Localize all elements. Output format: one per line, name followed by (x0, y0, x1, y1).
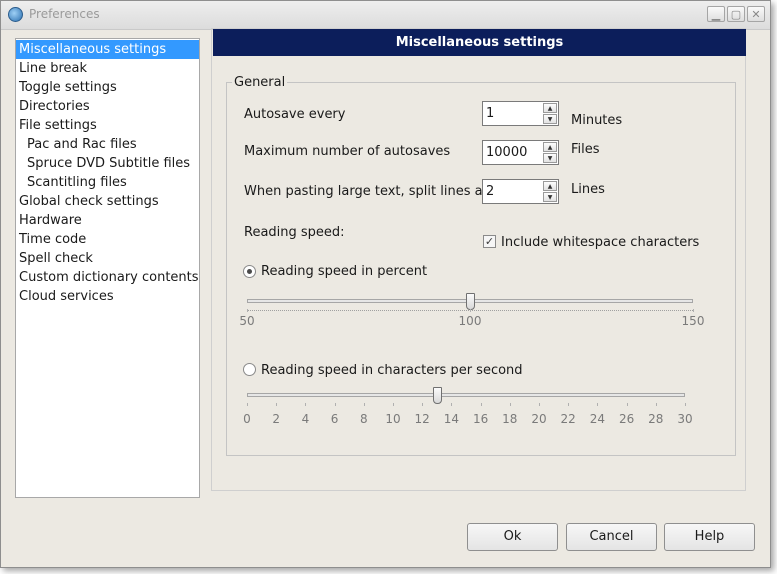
slider-tick-label: 18 (502, 412, 518, 426)
split-lines-unit: Lines (571, 182, 605, 197)
help-button[interactable]: Help (664, 523, 755, 551)
reading-speed-percent-radio[interactable] (243, 265, 256, 278)
reading-speed-cps-label: Reading speed in characters per second (261, 363, 523, 378)
autosave-spinner[interactable]: 1 ▲ ▼ (482, 101, 559, 126)
slider-tick (568, 403, 570, 406)
slider-thumb[interactable] (466, 293, 475, 310)
slider-tick-label: 150 (681, 314, 705, 328)
slider-tick (693, 309, 694, 312)
nav-item[interactable]: Global check settings (16, 192, 199, 211)
reading-speed-label: Reading speed: (244, 225, 345, 240)
slider-tick-label: 6 (330, 412, 339, 426)
close-icon[interactable]: ✕ (747, 6, 765, 22)
reading-speed-percent-label: Reading speed in percent (261, 264, 428, 279)
spin-down-icon[interactable]: ▼ (543, 192, 557, 202)
nav-item[interactable]: Time code (16, 230, 199, 249)
nav-item[interactable]: Miscellaneous settings (16, 40, 199, 59)
nav-item[interactable]: Directories (16, 97, 199, 116)
spin-down-icon[interactable]: ▼ (543, 114, 557, 124)
autosave-label: Autosave every (244, 107, 346, 122)
slider-thumb[interactable] (432, 387, 442, 404)
slider-tick-label: 4 (301, 412, 310, 426)
minimize-icon[interactable]: ▁ (707, 6, 725, 22)
slider-track[interactable] (247, 393, 685, 397)
slider-tick-label: 0 (243, 412, 251, 426)
slider-tick (539, 403, 540, 406)
split-lines-value[interactable]: 2 (486, 184, 494, 199)
nav-item[interactable]: Scantitling files (16, 173, 199, 192)
slider-tick (334, 403, 336, 406)
max-autosaves-spinner[interactable]: 10000 ▲ ▼ (482, 140, 559, 165)
autosave-value[interactable]: 1 (486, 106, 494, 121)
max-autosaves-value[interactable]: 10000 (486, 145, 527, 160)
ok-button[interactable]: Ok (467, 523, 558, 551)
slider-tick-label: 16 (472, 412, 489, 426)
checkmark-icon: ✓ (484, 235, 495, 248)
panel-title: Miscellaneous settings (213, 29, 746, 56)
include-whitespace-checkbox[interactable]: ✓ (483, 235, 496, 248)
window-title: Preferences (29, 7, 100, 21)
spin-up-icon[interactable]: ▲ (543, 142, 557, 152)
nav-item[interactable]: Hardware (16, 211, 199, 230)
nav-item[interactable]: File settings (16, 116, 199, 135)
slider-tick (597, 403, 599, 406)
nav-item[interactable]: Spell check (16, 249, 199, 268)
slider-tick-label: 30 (677, 412, 693, 426)
slider-tick (305, 403, 307, 406)
slider-tick (247, 309, 248, 312)
slider-tick-label: 100 (458, 314, 482, 328)
nav-item[interactable]: Toggle settings (16, 78, 199, 97)
max-autosaves-unit: Files (571, 142, 600, 157)
split-lines-spinner[interactable]: 2 ▲ ▼ (482, 179, 559, 204)
slider-tick-label: 20 (531, 412, 547, 426)
spin-up-icon[interactable]: ▲ (543, 181, 557, 191)
slider-tick-label: 14 (443, 412, 460, 426)
slider-tick (470, 309, 471, 312)
slider-tick-label: 8 (359, 412, 368, 426)
nav-item[interactable]: Spruce DVD Subtitle files (16, 154, 199, 173)
reading-speed-cps-radio[interactable] (243, 363, 256, 376)
slider-tick (685, 403, 686, 406)
slider-tick (655, 403, 657, 406)
slider-tick (247, 403, 248, 406)
slider-tick (626, 403, 628, 406)
slider-tick-label: 28 (648, 412, 664, 426)
nav-item[interactable]: Custom dictionary contents (16, 268, 199, 287)
nav-item[interactable]: Line break (16, 59, 199, 78)
slider-tick-label: 24 (589, 412, 606, 426)
slider-tick-label: 2 (272, 412, 281, 426)
settings-category-list[interactable]: Miscellaneous settings Line break Toggle s… (15, 38, 200, 498)
slider-tick (422, 403, 424, 406)
slider-tick-label: 10 (385, 412, 401, 426)
slider-tick (480, 403, 482, 406)
general-group-label: General (232, 75, 288, 90)
slider-tick (363, 403, 365, 406)
slider-tick-label: 12 (414, 412, 430, 426)
slider-tick-label: 22 (560, 412, 576, 426)
autosave-unit: Minutes (571, 113, 623, 128)
nav-item[interactable]: Cloud services (16, 287, 199, 306)
max-autosaves-label: Maximum number of autosaves (244, 144, 451, 159)
nav-item[interactable]: Pac and Rac files (16, 135, 199, 154)
slider-tick (451, 403, 453, 406)
include-whitespace-label: Include whitespace characters (501, 235, 700, 250)
title-bar[interactable]: Preferences ▁ ▢ ✕ (1, 1, 770, 30)
app-icon (8, 7, 23, 22)
slider-tick (276, 403, 278, 406)
slider-tick-label: 50 (239, 314, 255, 328)
slider-tick (393, 403, 394, 406)
spin-up-icon[interactable]: ▲ (543, 103, 557, 113)
slider-tick (509, 403, 511, 406)
split-lines-label: When pasting large text, split lines at: (244, 184, 493, 199)
slider-tick-label: 26 (618, 412, 635, 426)
cancel-button[interactable]: Cancel (566, 523, 657, 551)
maximize-icon[interactable]: ▢ (727, 6, 745, 22)
spin-down-icon[interactable]: ▼ (543, 153, 557, 163)
